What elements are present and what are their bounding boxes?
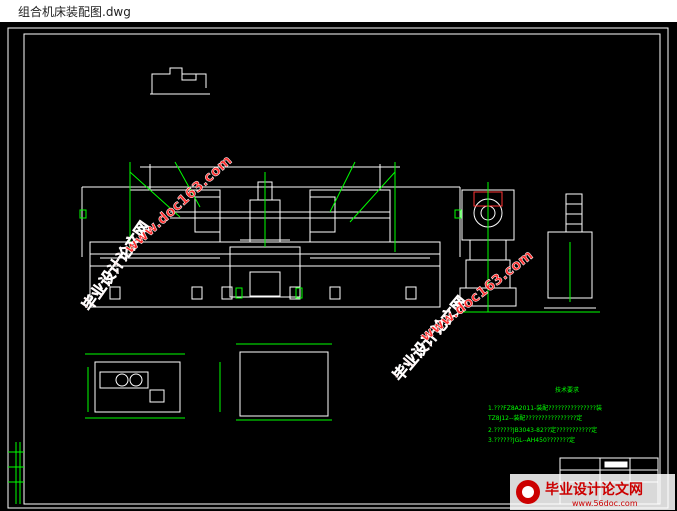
notes-line-1: 1.???FZ8A2011-装配???????????????装 [488, 404, 602, 412]
svg-text:www.56doc.com: www.56doc.com [572, 499, 638, 508]
left-strip [8, 442, 24, 504]
notes-line-3: 2.??????JB3043-82??定???????????定 [488, 426, 597, 434]
notes-line-2: TZ8J12--装配????????????????定 [487, 414, 582, 422]
cad-drawing: 技术要求 1.???FZ8A2011-装配???????????????装 TZ… [7, 27, 675, 510]
technical-notes: 技术要求 1.???FZ8A2011-装配???????????????装 TZ… [487, 386, 602, 444]
notes-heading: 技术要求 [555, 386, 579, 394]
cad-canvas[interactable]: 技术要求 1.???FZ8A2011-装配???????????????装 TZ… [0, 22, 677, 511]
window-title-bar: 组合机床装配图.dwg [0, 0, 677, 22]
svg-text:www.doc163.com: www.doc163.com [418, 247, 537, 345]
bottom-middle-plan [219, 343, 332, 421]
notes-line-4: 3.??????JGL--AH450???????定 [488, 436, 575, 444]
top-small-block [150, 67, 210, 95]
watermark-4: www.doc163.com [417, 247, 537, 345]
bottom-left-plan [85, 353, 185, 419]
svg-text:毕业设计论文网: 毕业设计论文网 [545, 481, 643, 498]
corner-logo: 毕业设计论文网 www.56doc.com [510, 474, 675, 510]
window-title: 组合机床装配图.dwg [18, 4, 131, 19]
